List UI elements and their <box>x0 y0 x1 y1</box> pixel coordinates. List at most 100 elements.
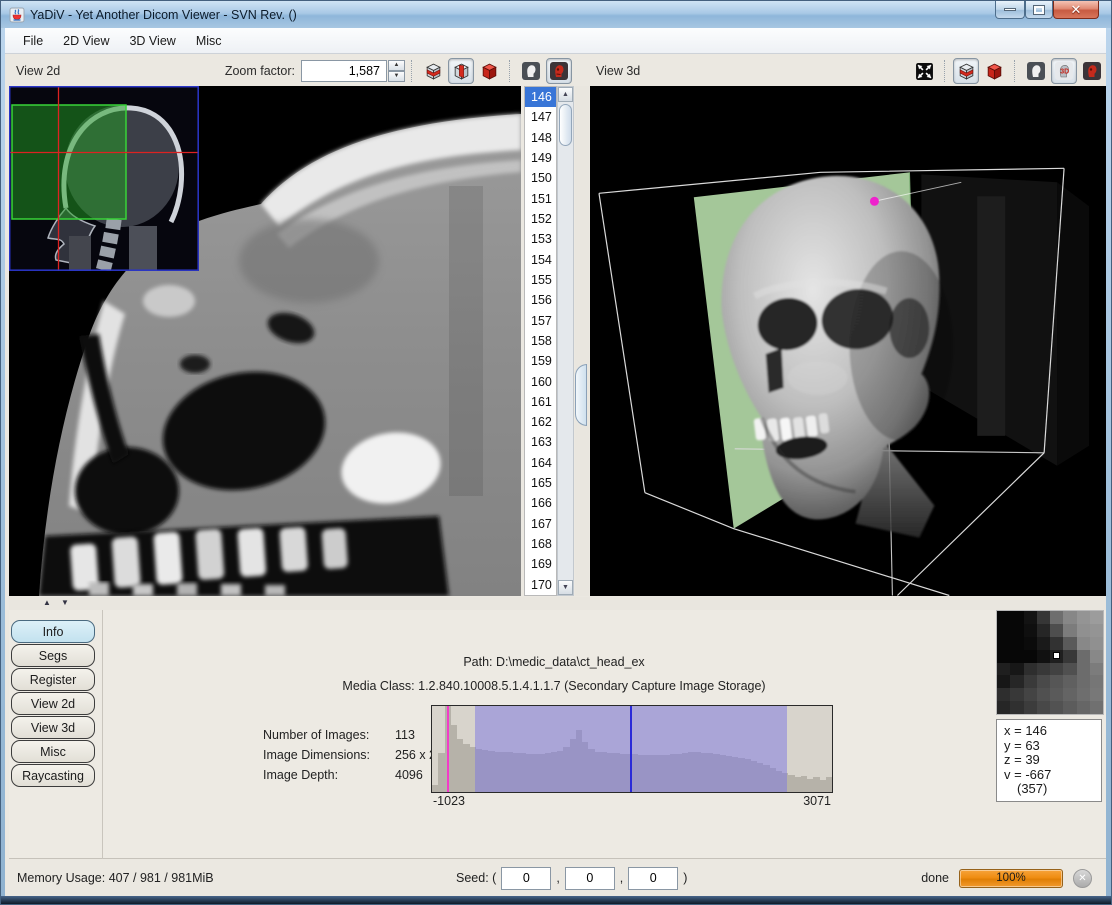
status-bar: Memory Usage: 407 / 981 / 981MiB Seed: (… <box>9 859 1106 897</box>
num-images-label: Number of Images: <box>263 728 395 742</box>
roi-rectangle[interactable] <box>12 105 126 219</box>
seed-y-input[interactable] <box>565 867 615 890</box>
vertical-splitter[interactable] <box>575 86 589 596</box>
slice-item-167[interactable]: 167 <box>525 514 556 534</box>
tab-misc[interactable]: Misc <box>11 740 95 763</box>
tab-view-3d[interactable]: View 3d <box>11 716 95 739</box>
minimize-button[interactable] <box>995 1 1025 19</box>
slice-item-154[interactable]: 154 <box>525 250 556 270</box>
splitter-handle[interactable] <box>575 364 587 426</box>
head-white-button-3d[interactable] <box>1023 58 1049 84</box>
scroll-down-button[interactable]: ▼ <box>558 580 573 595</box>
depth-value: 4096 <box>395 768 423 782</box>
slice-item-160[interactable]: 160 <box>525 371 556 391</box>
cube-solid-red-icon <box>985 62 1004 81</box>
magenta-landmark[interactable] <box>870 197 879 206</box>
histogram-magenta-line[interactable] <box>447 706 449 792</box>
slice-axial-button[interactable] <box>420 58 446 84</box>
slice-item-169[interactable]: 169 <box>525 554 556 574</box>
head-3d-button[interactable]: 3D <box>1051 58 1077 84</box>
slice-item-150[interactable]: 150 <box>525 168 556 188</box>
maximize-button[interactable] <box>1025 1 1053 19</box>
ct-2d-viewport[interactable] <box>9 86 521 596</box>
head-white-icon <box>521 61 541 81</box>
slice-item-148[interactable]: 148 <box>525 128 556 148</box>
splitter-collapse-down[interactable]: ▼ <box>61 598 69 608</box>
slice-scrollbar[interactable]: ▲ ▼ <box>557 86 574 596</box>
volume-3d-viewport[interactable] <box>590 86 1106 596</box>
tab-info[interactable]: Info <box>11 620 95 643</box>
close-button[interactable]: ✕ <box>1053 1 1099 19</box>
slice-item-161[interactable]: 161 <box>525 392 556 412</box>
skull-3d-render[interactable] <box>590 86 1106 596</box>
slice-item-158[interactable]: 158 <box>525 331 556 351</box>
slice-item-164[interactable]: 164 <box>525 453 556 473</box>
menu-misc[interactable]: Misc <box>186 31 232 51</box>
coord-y: y = 63 <box>1004 739 1101 754</box>
coord-raw: (357) <box>1004 782 1101 797</box>
fit-view-button[interactable] <box>911 58 937 84</box>
media-class-line: Media Class: 1.2.840.10008.5.1.4.1.1.7 (… <box>109 679 999 693</box>
menu-2d-view[interactable]: 2D View <box>53 31 119 51</box>
cube-solid-red-icon <box>480 62 499 81</box>
zoom-factor-spinner: ▲ ▼ <box>388 60 405 82</box>
scrollbar-thumb[interactable] <box>559 104 572 146</box>
cube-axial-button-3d[interactable] <box>953 58 979 84</box>
slice-item-151[interactable]: 151 <box>525 189 556 209</box>
info-panel: InfoSegsRegisterView 2dView 3dMiscRaycas… <box>9 610 1106 859</box>
slice-item-165[interactable]: 165 <box>525 473 556 493</box>
slice-item-149[interactable]: 149 <box>525 148 556 168</box>
num-images-value: 113 <box>395 728 415 742</box>
splitter-collapse-up[interactable]: ▲ <box>43 598 51 608</box>
spinner-down-button[interactable]: ▼ <box>388 71 405 82</box>
cancel-task-button[interactable]: ✕ <box>1073 869 1092 888</box>
slice-item-147[interactable]: 147 <box>525 107 556 127</box>
head-white-button[interactable] <box>518 58 544 84</box>
slice-item-155[interactable]: 155 <box>525 270 556 290</box>
slice-item-168[interactable]: 168 <box>525 534 556 554</box>
slice-item-152[interactable]: 152 <box>525 209 556 229</box>
cube-solid-button-3d[interactable] <box>981 58 1007 84</box>
title-bar[interactable]: YaDiV - Yet Another Dicom Viewer - SVN R… <box>1 1 1111 28</box>
slice-item-159[interactable]: 159 <box>525 351 556 371</box>
tab-view-2d[interactable]: View 2d <box>11 692 95 715</box>
menu-3d-view[interactable]: 3D View <box>119 31 185 51</box>
zoom-factor-input[interactable] <box>301 60 387 82</box>
tab-segs[interactable]: Segs <box>11 644 95 667</box>
slice-item-162[interactable]: 162 <box>525 412 556 432</box>
slice-sagittal-button[interactable] <box>448 58 474 84</box>
head-red-button[interactable] <box>546 58 572 84</box>
menu-file[interactable]: File <box>13 31 53 51</box>
overview-thumbnail[interactable] <box>9 86 199 271</box>
maximize-icon <box>1034 6 1044 14</box>
seed-z-input[interactable] <box>628 867 678 890</box>
scroll-up-button[interactable]: ▲ <box>558 87 573 102</box>
seed-x-input[interactable] <box>501 867 551 890</box>
zoom-factor-label: Zoom factor: <box>225 64 295 78</box>
head-red-icon <box>1082 61 1102 81</box>
cube-sagittal-icon <box>452 62 471 81</box>
head-3d-icon: 3D <box>1054 61 1074 81</box>
tab-register[interactable]: Register <box>11 668 95 691</box>
slice-item-163[interactable]: 163 <box>525 432 556 452</box>
dimensions-label: Image Dimensions: <box>263 748 395 762</box>
app-window: YaDiV - Yet Another Dicom Viewer - SVN R… <box>0 0 1112 905</box>
intensity-histogram[interactable] <box>431 705 833 793</box>
cube-axial-icon <box>424 62 443 81</box>
slice-item-153[interactable]: 153 <box>525 229 556 249</box>
java-cup-icon <box>9 7 25 23</box>
slice-item-146[interactable]: 146 <box>525 87 556 107</box>
slice-item-157[interactable]: 157 <box>525 310 556 330</box>
slice-item-170[interactable]: 170 <box>525 575 556 595</box>
close-icon: ✕ <box>1071 3 1082 16</box>
seed-close-paren: ) <box>683 871 687 885</box>
cube-solid-button[interactable] <box>476 58 502 84</box>
head-red-button-3d[interactable] <box>1079 58 1105 84</box>
slice-item-156[interactable]: 156 <box>525 290 556 310</box>
tab-raycasting[interactable]: Raycasting <box>11 764 95 787</box>
svg-text:3D: 3D <box>1060 69 1069 76</box>
histogram-blue-line[interactable] <box>630 706 632 792</box>
slice-item-166[interactable]: 166 <box>525 493 556 513</box>
horizontal-splitter[interactable]: ▲ ▼ <box>9 597 1106 610</box>
spinner-up-button[interactable]: ▲ <box>388 60 405 71</box>
